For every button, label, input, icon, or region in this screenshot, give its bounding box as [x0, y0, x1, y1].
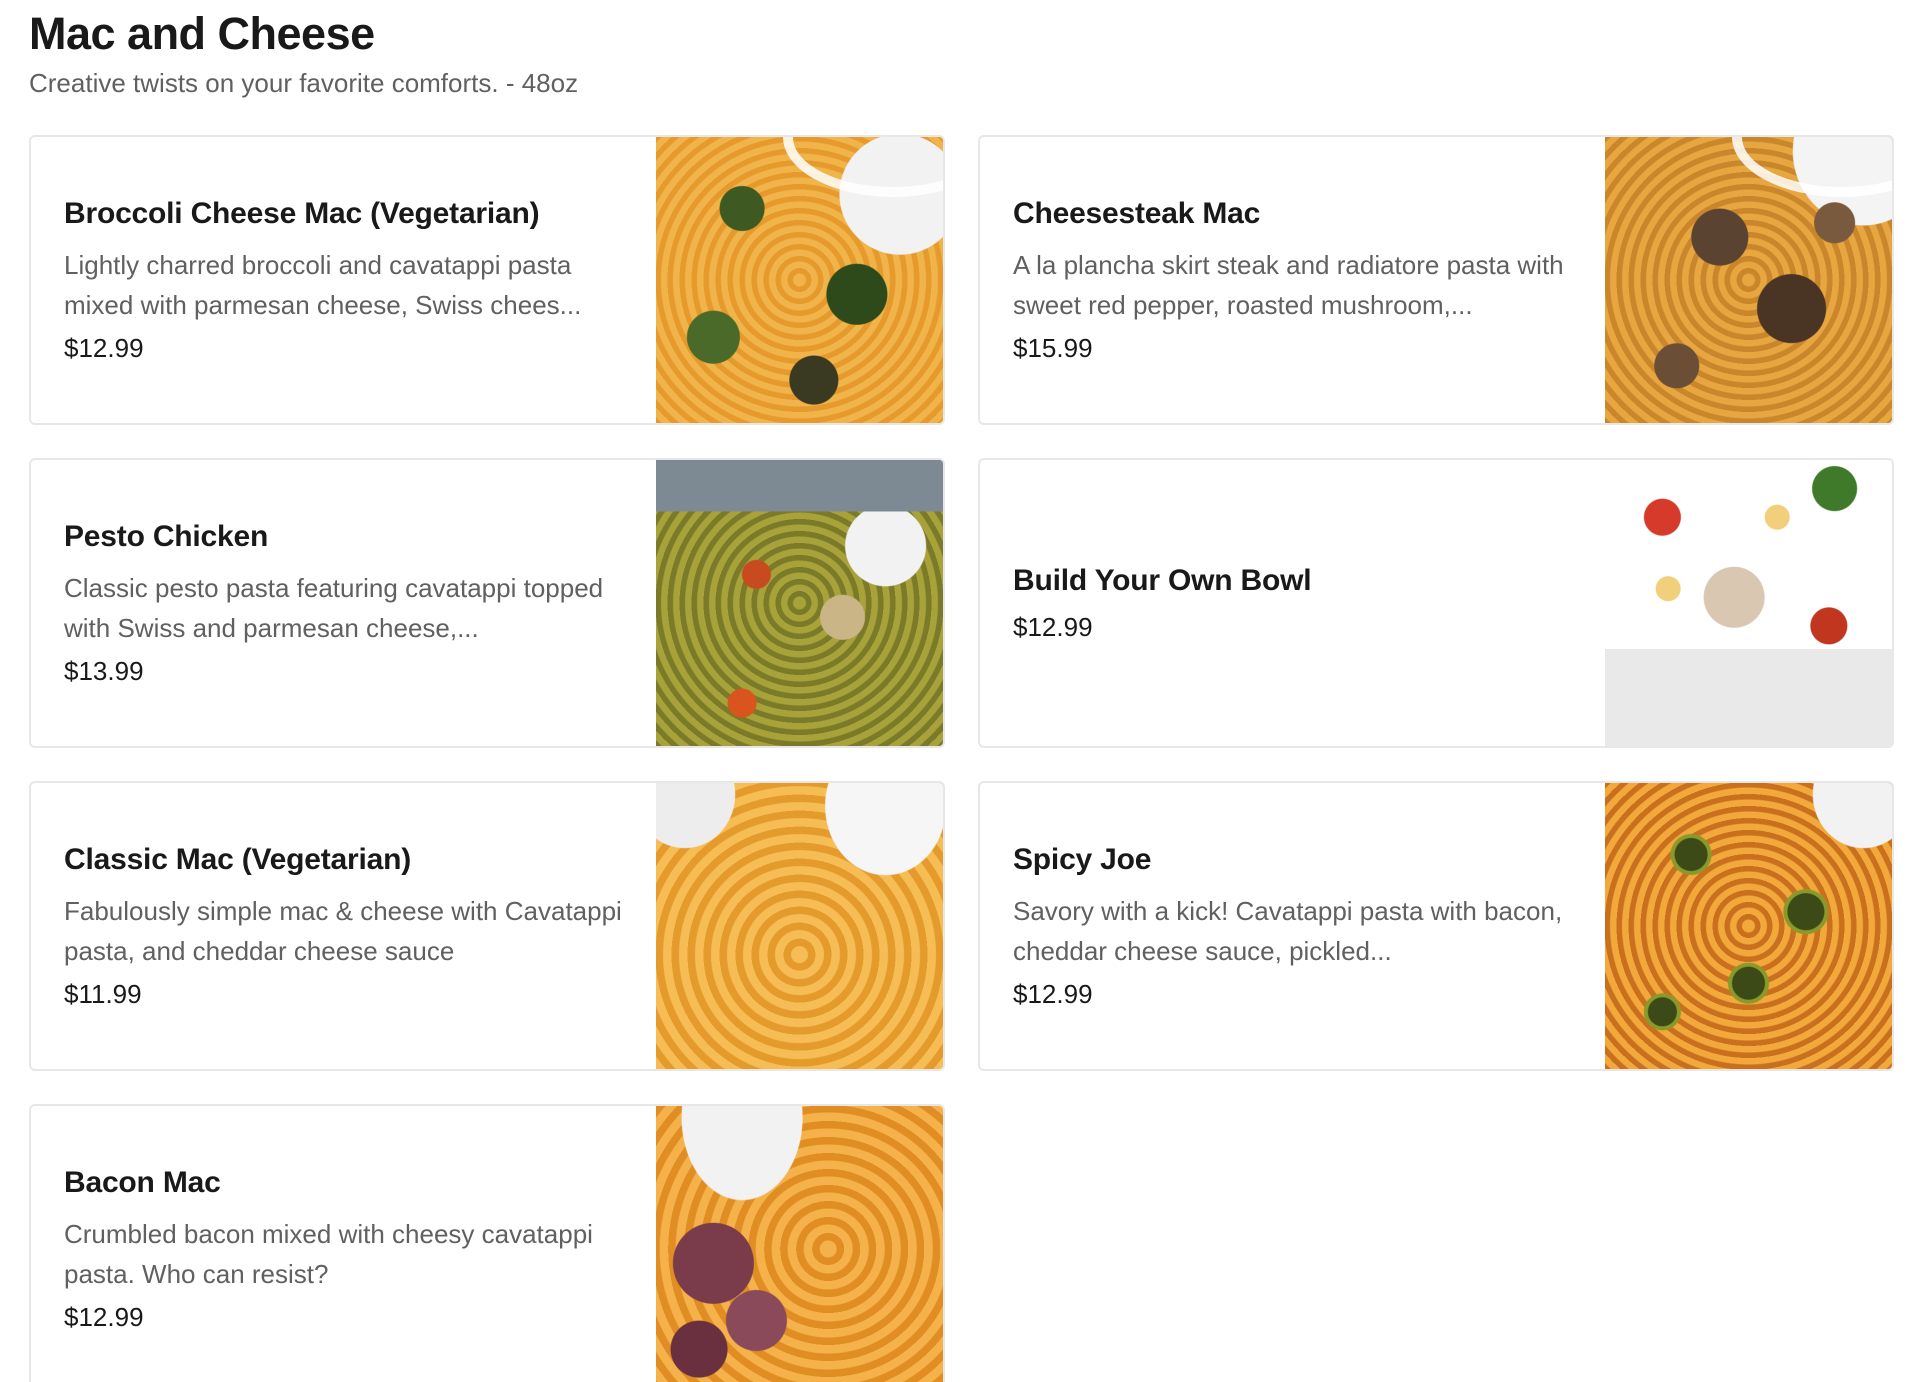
menu-item-description: Fabulously simple mac & cheese with Cava… — [64, 895, 622, 966]
section-title: Mac and Cheese — [29, 8, 375, 59]
section-subtitle: Creative twists on your favorite comfort… — [29, 68, 579, 98]
menu-item-name: Pesto Chicken — [64, 519, 269, 553]
menu-item-grid: Broccoli Cheese Mac (Vegetarian) Lightly… — [29, 135, 1894, 1382]
menu-item-card-classic-mac[interactable]: Classic Mac (Vegetarian) Fabulously simp… — [29, 781, 945, 1071]
menu-item-name: Build Your Own Bowl — [1013, 563, 1312, 597]
bacon-mac-photo — [656, 1106, 943, 1382]
menu-item-name: Bacon Mac — [64, 1165, 221, 1199]
spicy-joe-photo — [1605, 783, 1892, 1069]
menu-item-name: Classic Mac (Vegetarian) — [64, 842, 412, 876]
menu-item-description: Classic pesto pasta featuring cavatappi … — [64, 572, 604, 643]
menu-item-price: $12.99 — [1013, 611, 1093, 642]
menu-item-name: Cheesesteak Mac — [1013, 196, 1261, 230]
menu-item-price: $12.99 — [64, 332, 144, 363]
menu-item-name: Spicy Joe — [1013, 842, 1152, 876]
menu-item-price: $12.99 — [1013, 978, 1093, 1009]
build-your-own-bowl-photo — [1605, 460, 1892, 746]
menu-item-price: $15.99 — [1013, 332, 1093, 363]
menu-item-text: Broccoli Cheese Mac (Vegetarian) Lightly… — [31, 137, 656, 423]
menu-item-name: Broccoli Cheese Mac (Vegetarian) — [64, 196, 540, 230]
broccoli-mac-photo — [656, 137, 943, 423]
menu-item-text: Pesto Chicken Classic pesto pasta featur… — [31, 460, 656, 746]
menu-item-card-cheesesteak-mac[interactable]: Cheesesteak Mac A la plancha skirt steak… — [978, 135, 1894, 425]
menu-item-card-broccoli-cheese-mac[interactable]: Broccoli Cheese Mac (Vegetarian) Lightly… — [29, 135, 945, 425]
menu-item-price: $13.99 — [64, 655, 144, 686]
menu-item-card-build-your-own-bowl[interactable]: Build Your Own Bowl $12.99 — [978, 458, 1894, 748]
menu-item-card-bacon-mac[interactable]: Bacon Mac Crumbled bacon mixed with chee… — [29, 1104, 945, 1382]
menu-item-price: $11.99 — [64, 978, 142, 1009]
menu-item-description: Savory with a kick! Cavatappi pasta with… — [1013, 895, 1563, 966]
pesto-chicken-photo — [656, 460, 943, 746]
menu-item-card-spicy-joe[interactable]: Spicy Joe Savory with a kick! Cavatappi … — [978, 781, 1894, 1071]
classic-mac-photo — [656, 783, 943, 1069]
menu-item-price: $12.99 — [64, 1301, 144, 1332]
menu-item-description: A la plancha skirt steak and radiatore p… — [1013, 249, 1564, 320]
menu-item-card-pesto-chicken[interactable]: Pesto Chicken Classic pesto pasta featur… — [29, 458, 945, 748]
menu-item-text: Bacon Mac Crumbled bacon mixed with chee… — [31, 1106, 656, 1382]
menu-item-description: Crumbled bacon mixed with cheesy cavatap… — [64, 1218, 593, 1289]
menu-item-text: Spicy Joe Savory with a kick! Cavatappi … — [980, 783, 1605, 1069]
menu-item-text: Cheesesteak Mac A la plancha skirt steak… — [980, 137, 1605, 423]
cheesesteak-mac-photo — [1605, 137, 1892, 423]
menu-item-description: Lightly charred broccoli and cavatappi p… — [64, 249, 582, 320]
menu-item-text: Classic Mac (Vegetarian) Fabulously simp… — [31, 783, 656, 1069]
menu-item-text: Build Your Own Bowl $12.99 — [980, 460, 1605, 746]
